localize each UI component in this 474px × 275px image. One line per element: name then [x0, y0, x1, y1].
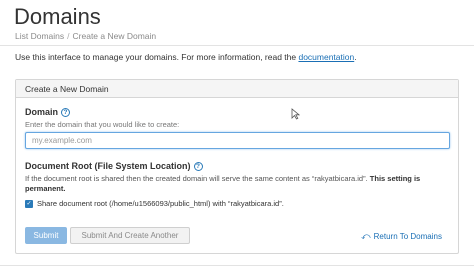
domain-label-row: Domain ? [25, 107, 71, 117]
breadcrumb-separator: / [67, 31, 70, 41]
submit-and-create-another-button[interactable]: Submit And Create Another [70, 227, 190, 244]
document-root-description: If the document root is shared then the … [25, 174, 453, 194]
share-document-root-option[interactable]: ✓ Share document root (/home/u1566093/pu… [25, 199, 284, 208]
footer-divider [0, 265, 474, 266]
domain-hint: Enter the domain that you would like to … [25, 120, 180, 129]
domains-page: Domains List Domains / Create a New Domain… [0, 0, 474, 275]
breadcrumb-list-domains[interactable]: List Domains [15, 31, 64, 41]
breadcrumb: List Domains / Create a New Domain [15, 31, 156, 41]
return-to-domains-link[interactable]: ⤺ Return To Domains [361, 231, 442, 242]
domain-label: Domain [25, 107, 59, 117]
share-document-root-checkbox[interactable]: ✓ [25, 199, 33, 208]
return-to-domains-label: Return To Domains [373, 232, 442, 241]
breadcrumb-current: Create a New Domain [72, 31, 157, 41]
create-domain-panel: Create a New Domain Domain ? Enter the d… [15, 79, 459, 254]
intro-text-suffix: . [354, 52, 357, 62]
domain-input[interactable] [25, 132, 450, 149]
submit-button[interactable]: Submit [25, 227, 67, 244]
return-arrow-icon: ⤺ [361, 231, 371, 241]
document-root-label: Document Root (File System Location) [25, 161, 191, 171]
intro-text-body: Use this interface to manage your domain… [15, 52, 299, 62]
intro-text: Use this interface to manage your domain… [15, 52, 357, 62]
document-root-label-row: Document Root (File System Location) ? [25, 161, 203, 171]
share-document-root-label: Share document root (/home/u1566093/publ… [37, 199, 284, 208]
mouse-cursor-icon [291, 108, 300, 120]
document-root-description-text: If the document root is shared then the … [25, 174, 368, 183]
panel-heading: Create a New Domain [16, 80, 458, 98]
documentation-link[interactable]: documentation [298, 52, 354, 62]
domain-help-icon[interactable]: ? [61, 107, 71, 117]
document-root-help-icon[interactable]: ? [193, 161, 203, 171]
page-title: Domains [14, 4, 101, 29]
header-divider [0, 45, 474, 46]
